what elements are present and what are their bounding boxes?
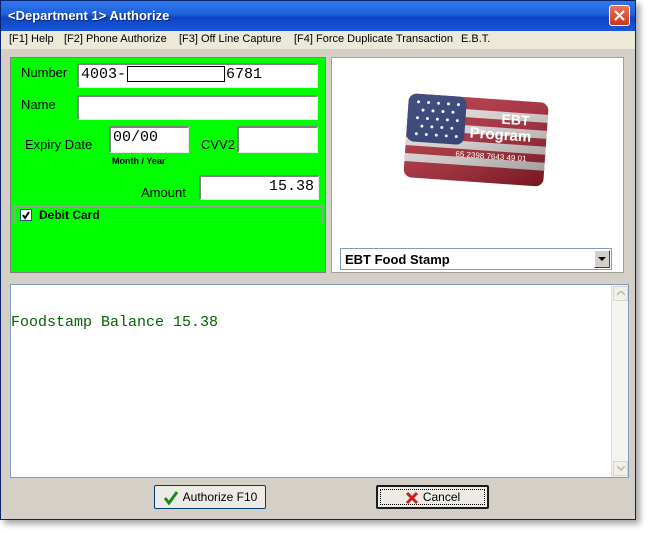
- name-field[interactable]: [77, 95, 318, 120]
- button-bar: Authorize F10 Cancel: [10, 482, 629, 511]
- title-bar: <Department 1> Authorize: [1, 1, 635, 31]
- cancel-button[interactable]: Cancel: [376, 485, 489, 509]
- menu-help[interactable]: [F1] Help: [9, 33, 54, 45]
- card-number-masked-box: [127, 66, 226, 83]
- debit-card-checkbox[interactable]: [20, 209, 32, 221]
- debit-card-row[interactable]: Debit Card: [14, 206, 323, 224]
- expiry-date-label: Expiry Date: [25, 137, 93, 152]
- output-area[interactable]: Foodstamp Balance 15.38: [10, 284, 629, 478]
- checkmark-icon: [163, 490, 178, 506]
- close-icon: [614, 10, 625, 21]
- card-number-field[interactable]: 4003- 6781: [77, 63, 318, 88]
- checkmark-icon: [22, 211, 30, 220]
- expiry-date-field[interactable]: 00/00: [109, 126, 189, 153]
- chevron-down-icon: [598, 257, 606, 261]
- output-scrollbar[interactable]: [611, 285, 628, 477]
- menu-bar: [F1] Help [F2] Phone Authorize [F3] Off …: [1, 31, 635, 49]
- card-type-select[interactable]: EBT Food Stamp: [340, 248, 612, 270]
- ebt-card-image: EBT Program 65 2398 7643 49 01: [402, 92, 552, 195]
- chevron-up-icon: [617, 291, 625, 296]
- card-title-line1: EBT: [501, 111, 530, 129]
- window-title: <Department 1> Authorize: [8, 8, 170, 23]
- name-label: Name: [21, 97, 56, 112]
- authorize-button[interactable]: Authorize F10: [154, 485, 266, 509]
- authorize-window: <Department 1> Authorize [F1] Help [F2] …: [0, 0, 636, 520]
- scroll-up-button[interactable]: [613, 286, 628, 301]
- chevron-down-icon: [617, 466, 625, 471]
- authorize-button-label: Authorize F10: [182, 490, 258, 504]
- menu-force-duplicate[interactable]: [F4] Force Duplicate Transaction: [294, 33, 453, 45]
- card-type-value: EBT Food Stamp: [345, 252, 450, 267]
- close-button[interactable]: [609, 5, 630, 26]
- expiry-hint: Month / Year: [112, 156, 166, 166]
- output-text: Foodstamp Balance 15.38: [11, 314, 219, 331]
- amount-field[interactable]: 15.38: [199, 175, 319, 200]
- amount-label: Amount: [141, 185, 186, 200]
- card-preview-panel: EBT Program 65 2398 7643 49 01 EBT Food …: [331, 57, 624, 273]
- ebt-card-icon: EBT Program 65 2398 7643 49 01: [403, 93, 549, 187]
- cvv2-field[interactable]: [237, 126, 318, 153]
- number-label: Number: [21, 65, 68, 80]
- card-number-prefix: 4003-: [81, 66, 127, 83]
- card-number-suffix: 6781: [226, 66, 263, 83]
- menu-off-line-capture[interactable]: [F3] Off Line Capture: [179, 33, 282, 45]
- menu-ebt[interactable]: E.B.T.: [461, 33, 490, 45]
- debit-card-label: Debit Card: [39, 208, 100, 222]
- menu-phone-authorize[interactable]: [F2] Phone Authorize: [64, 33, 167, 45]
- card-entry-panel: Number 4003- 6781 Name Expiry Date 00/00 …: [10, 57, 326, 273]
- scroll-down-button[interactable]: [613, 461, 628, 476]
- cancel-button-label: Cancel: [422, 490, 461, 504]
- cvv2-label: CVV2: [201, 137, 235, 152]
- close-icon: [405, 491, 418, 504]
- card-type-dropdown-button[interactable]: [594, 250, 610, 268]
